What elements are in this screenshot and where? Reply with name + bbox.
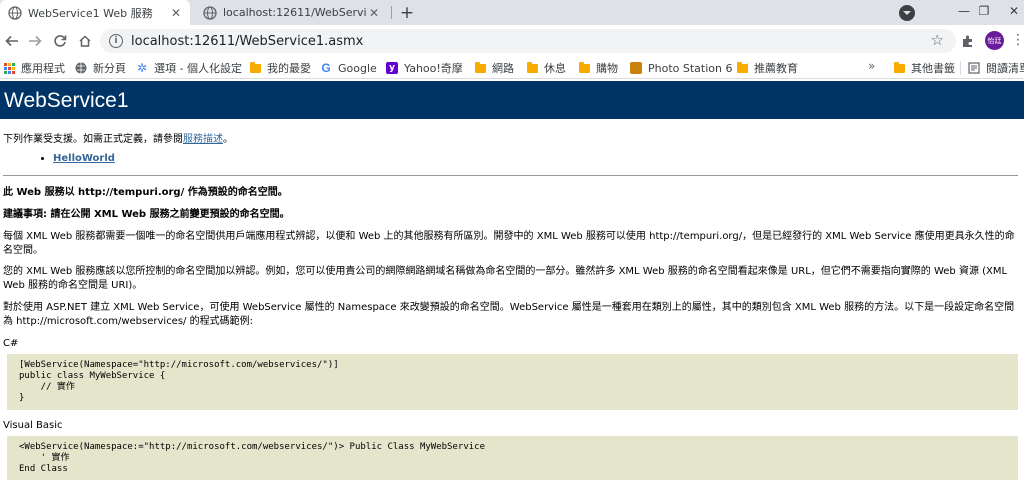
forward-arrow-icon[interactable]: [25, 31, 45, 51]
paragraph-namespace-control: 您的 XML Web 服務應該以您所控制的命名空間加以辨認。例如，您可以使用貴公…: [3, 266, 1008, 291]
close-icon[interactable]: ✕: [366, 5, 382, 21]
bookmark-education[interactable]: 推薦教育: [736, 60, 798, 76]
bookmark-google[interactable]: G Google: [320, 60, 377, 76]
page-title: WebService1: [4, 89, 129, 112]
star-icon[interactable]: ☆: [931, 31, 944, 49]
heading-bar: WebService1: [0, 81, 1024, 119]
namespace-notice: 此 Web 服務以 http://tempuri.org/ 作為預設的命名空間。: [3, 187, 288, 198]
bookmark-network[interactable]: 網路: [474, 60, 514, 76]
bookmark-label: 網路: [492, 62, 514, 75]
folder-icon: [893, 61, 905, 74]
service-description-link[interactable]: 服務描述: [183, 134, 223, 145]
bookmark-label: 選項 - 個人化設定: [154, 62, 242, 75]
extensions-icon[interactable]: [960, 33, 976, 49]
operations-list: HelloWorld: [53, 153, 115, 164]
bookmark-favorites[interactable]: 我的最愛: [249, 60, 311, 76]
page-content: WebService1 下列作業受支援。如需正式定義，請參閱服務描述。 Hell…: [0, 80, 1024, 490]
tab-webservice1[interactable]: WebService1 Web 服務 ✕: [0, 0, 190, 25]
bookmark-photo-station[interactable]: Photo Station 6: [630, 60, 732, 76]
profile-avatar[interactable]: 怡廷: [985, 31, 1004, 50]
bookmark-label: 購物: [596, 62, 618, 75]
operation-link-helloworld[interactable]: HelloWorld: [53, 153, 115, 164]
menu-dots-icon[interactable]: ⋮: [1011, 32, 1024, 48]
bookmark-new-tab[interactable]: 新分頁: [75, 60, 126, 76]
bookmark-options[interactable]: ✲ 選項 - 個人化設定: [136, 60, 242, 76]
photo-station-icon: [630, 62, 642, 74]
back-arrow-icon[interactable]: [2, 31, 22, 51]
info-icon[interactable]: i: [109, 34, 123, 48]
google-icon: G: [321, 61, 331, 75]
csharp-label: C#: [3, 338, 19, 349]
address-bar[interactable]: i localhost:12611/WebService1.asmx ☆: [100, 29, 956, 53]
folder-icon: [578, 61, 590, 74]
tab-localhost[interactable]: localhost:12611/WebService1.a ✕: [195, 0, 388, 25]
bookmarks-overflow-button[interactable]: »: [868, 59, 875, 73]
divider: [3, 175, 1018, 176]
bookmark-label: 應用程式: [21, 62, 65, 75]
bookmark-apps[interactable]: 應用程式: [3, 60, 65, 76]
folder-icon: [526, 61, 538, 74]
close-icon[interactable]: ✕: [168, 5, 184, 21]
browser-toolbar: i localhost:12611/WebService1.asmx ☆ 怡廷 …: [0, 25, 1024, 57]
reload-icon[interactable]: [50, 31, 70, 51]
yahoo-icon: y: [386, 62, 398, 74]
bookmark-yahoo[interactable]: y Yahoo!奇摩: [386, 60, 463, 76]
bookmark-label: Google: [338, 61, 377, 75]
bookmark-other[interactable]: 其他書籤: [893, 60, 955, 76]
recommendation-text: 建議事項: 請在公開 XML Web 服務之前變更預設的命名空間。: [3, 209, 290, 220]
bookmark-label: 閱讀清單: [986, 62, 1024, 75]
address-url: localhost:12611/WebService1.asmx: [131, 33, 364, 49]
paragraph-aspnet-namespace: 對於使用 ASP.NET 建立 XML Web Service，可使用 WebS…: [3, 302, 1015, 327]
close-window-button[interactable]: ✕: [994, 0, 1024, 22]
bookmark-reading-list[interactable]: 閱讀清單: [968, 60, 1024, 76]
tab-title: localhost:12611/WebService1.a: [223, 6, 366, 19]
list-item: HelloWorld: [53, 153, 115, 164]
bookmark-label: Photo Station 6: [648, 61, 733, 75]
bookmark-label: 其他書籤: [911, 62, 955, 75]
bookmarks-divider: [960, 61, 961, 75]
bookmark-rest[interactable]: 休息: [526, 60, 566, 76]
folder-icon: [474, 61, 486, 74]
bookmark-label: 推薦教育: [754, 62, 798, 75]
bookmark-shopping[interactable]: 購物: [578, 60, 618, 76]
tab-search-icon[interactable]: [899, 5, 915, 21]
bookmarks-bar: 應用程式 新分頁 ✲ 選項 - 個人化設定 我的最愛 G Google y Ya…: [0, 57, 1024, 79]
globe-icon: [8, 5, 22, 20]
intro-text: 下列作業受支援。如需正式定義，請參閱服務描述。: [3, 130, 233, 145]
globe-icon: [203, 5, 217, 20]
home-icon[interactable]: [75, 31, 95, 51]
tab-strip: WebService1 Web 服務 ✕ localhost:12611/Web…: [0, 0, 1024, 25]
csharp-code-sample: [WebService(Namespace="http://microsoft.…: [7, 354, 1018, 410]
tab-title: WebService1 Web 服務: [28, 6, 153, 20]
vb-label: Visual Basic: [3, 420, 63, 431]
tab-separator: [391, 6, 392, 19]
reading-list-icon: [968, 62, 980, 74]
intro-suffix: 。: [223, 134, 233, 145]
bookmark-label: 新分頁: [93, 62, 126, 75]
folder-icon: [249, 61, 261, 74]
bookmark-label: Yahoo!奇摩: [404, 62, 463, 75]
gear-icon: ✲: [136, 61, 148, 75]
bookmark-label: 休息: [544, 62, 566, 75]
apps-grid-icon: [3, 62, 15, 74]
bookmark-label: 我的最愛: [267, 62, 311, 75]
vb-code-sample: <WebService(Namespace:="http://microsoft…: [7, 436, 1018, 480]
intro-label: 下列作業受支援。如需正式定義，請參閱: [3, 134, 183, 145]
globe-icon: [75, 62, 87, 74]
paragraph-namespace-uniqueness: 每個 XML Web 服務都需要一個唯一的命名空間供用戶端應用程式辨認，以便和 …: [3, 231, 1015, 256]
new-tab-button[interactable]: +: [397, 3, 417, 23]
folder-icon: [736, 61, 748, 74]
